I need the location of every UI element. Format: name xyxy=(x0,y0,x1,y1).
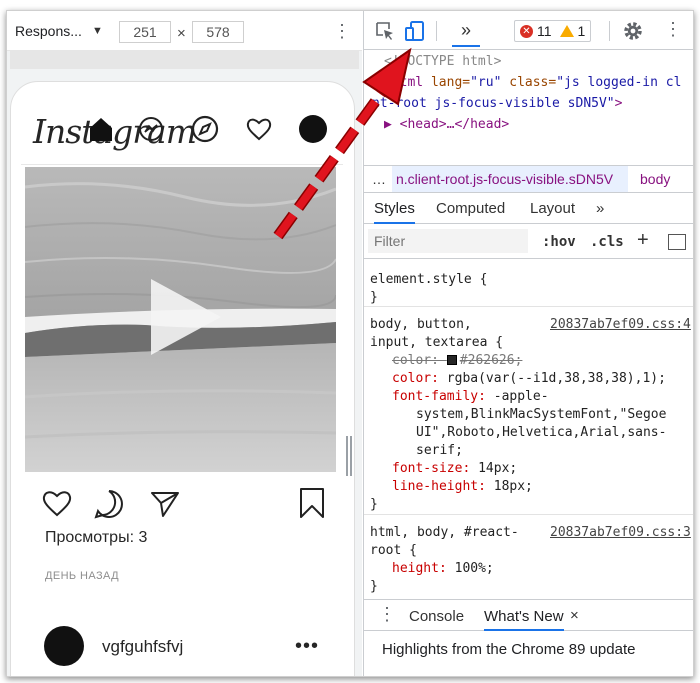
color-decl[interactable]: color: rgba(var(--i1d,38,38,38),1); xyxy=(392,370,666,388)
toolbar-divider xyxy=(609,21,610,41)
breadcrumb-selected[interactable]: n.client-root.js-focus-visible.sDN5V xyxy=(392,166,628,192)
heart-icon[interactable] xyxy=(245,115,273,143)
media-query-ruler xyxy=(10,51,359,69)
font-family-value: UI",Roboto,Helvetica,Arial,sans- xyxy=(416,425,667,440)
rule-close: } xyxy=(370,497,378,512)
height-input[interactable]: 578 xyxy=(192,21,244,43)
post-actions-bar xyxy=(42,487,327,523)
tab-styles[interactable]: Styles xyxy=(374,200,415,224)
font-family-decl[interactable]: font-family: -apple- xyxy=(392,388,549,406)
post-more-icon[interactable]: ••• xyxy=(295,635,319,658)
rule-element-style: element.style { } xyxy=(364,259,693,307)
breadcrumb-body[interactable]: body xyxy=(640,166,670,192)
tab-whats-new[interactable]: What's New xyxy=(484,608,564,631)
next-post-username[interactable]: vgfguhfsfvj xyxy=(102,637,183,657)
error-count: 11 xyxy=(537,23,552,39)
explore-icon[interactable] xyxy=(191,115,219,143)
selector[interactable]: html, body, #react- xyxy=(370,524,519,542)
gear-icon[interactable] xyxy=(622,20,644,42)
font-family-value: system,BlinkMacSystemFont,"Segoe xyxy=(416,407,667,422)
toggle-sidebar-icon[interactable] xyxy=(668,234,686,250)
overridden-color-decl[interactable]: color: #262626; xyxy=(392,352,522,370)
chevron-down-icon: ▼ xyxy=(91,25,103,37)
filter-input[interactable] xyxy=(368,229,528,253)
dom-doctype[interactable]: <!DOCTYPE html> xyxy=(384,51,501,72)
issues-counter[interactable]: ✕ 11 1 xyxy=(514,20,592,42)
rule-close: } xyxy=(370,290,378,305)
home-icon[interactable] xyxy=(87,115,115,143)
next-post-avatar[interactable] xyxy=(44,626,84,666)
styles-filter-bar: :hov .cls + xyxy=(364,225,693,259)
device-preview: Respons... ▼ 251 × 578 ⋮ Instagram Просм… xyxy=(7,11,362,676)
device-toolbar-icon[interactable] xyxy=(404,20,426,42)
device-select[interactable]: Respons... ▼ xyxy=(15,23,103,39)
viewport-resize-handle[interactable] xyxy=(346,436,352,476)
class-toggle[interactable]: .cls xyxy=(590,234,624,250)
elements-tree: <!DOCTYPE html> <html lang="ru" class="j… xyxy=(364,51,693,161)
drawer-tabbar: ⋮ Console What's New × xyxy=(364,599,693,631)
views-count: Просмотры: 3 xyxy=(45,529,148,546)
tab-console[interactable]: Console xyxy=(409,608,464,625)
share-icon[interactable] xyxy=(150,490,180,518)
times-separator: × xyxy=(177,25,186,42)
selector[interactable]: element.style { xyxy=(370,271,487,289)
comment-icon[interactable] xyxy=(94,489,124,519)
dom-html-node[interactable]: <html lang="ru" class="js logged-in cl xyxy=(384,72,681,93)
tab-computed[interactable]: Computed xyxy=(436,200,505,217)
error-icon: ✕ xyxy=(520,24,533,38)
color-swatch[interactable] xyxy=(446,355,457,365)
selector-cont[interactable]: input, textarea { xyxy=(370,334,503,352)
rule-close: } xyxy=(370,579,378,594)
selector-cont[interactable]: root { xyxy=(370,542,417,560)
width-input[interactable]: 251 xyxy=(119,21,171,43)
styles-pane: element.style { } body, button, 20837ab7… xyxy=(364,259,693,599)
whats-new-highlight[interactable]: Highlights from the Chrome 89 update xyxy=(382,641,635,658)
sidebar-tabs: Styles Computed Layout » xyxy=(364,194,693,224)
rule-body-button: body, button, 20837ab7ef09.css:4 input, … xyxy=(364,308,693,515)
selector[interactable]: body, button, xyxy=(370,316,472,334)
profile-avatar[interactable] xyxy=(299,115,327,143)
dom-html-node-cont[interactable]: nt-root js-focus-visible sDN5V"> xyxy=(372,93,622,114)
close-icon[interactable]: × xyxy=(570,607,579,624)
drawer-menu-icon[interactable]: ⋮ xyxy=(378,604,396,625)
breadcrumb-ellipsis[interactable]: … xyxy=(372,166,386,192)
line-height-decl[interactable]: line-height: 18px; xyxy=(392,478,533,496)
rule-html-body: html, body, #react- 20837ab7ef09.css:3 r… xyxy=(364,516,693,599)
tab-layout[interactable]: Layout xyxy=(530,200,575,217)
more-options-icon[interactable]: ⋮ xyxy=(333,22,351,40)
new-rule-icon[interactable]: + xyxy=(637,229,649,252)
device-select-label: Respons... xyxy=(15,23,82,39)
breadcrumb: … n.client-root.js-focus-visible.sDN5V b… xyxy=(364,165,693,193)
inspect-element-icon[interactable] xyxy=(374,20,396,42)
source-link[interactable]: 20837ab7ef09.css:4 xyxy=(550,316,691,334)
browser-window: Respons... ▼ 251 × 578 ⋮ Instagram Просм… xyxy=(6,10,694,677)
font-family-value: serif; xyxy=(416,443,463,458)
warning-count: 1 xyxy=(577,23,586,39)
warning-icon xyxy=(559,25,574,37)
devtools-panel: » ✕ 11 1 ⋮ <!DOCTYPE html> <html lang="r… xyxy=(363,11,693,676)
source-link[interactable]: 20837ab7ef09.css:3 xyxy=(550,524,691,542)
font-size-decl[interactable]: font-size: 14px; xyxy=(392,460,517,478)
more-panels-icon[interactable]: » xyxy=(452,19,480,47)
play-icon[interactable] xyxy=(147,276,225,358)
customize-devtools-icon[interactable]: ⋮ xyxy=(664,19,682,40)
hover-state-toggle[interactable]: :hov xyxy=(542,234,576,250)
more-tabs-icon[interactable]: » xyxy=(596,200,604,217)
dom-head-node[interactable]: ▶ <head>…</head> xyxy=(384,114,509,135)
height-decl[interactable]: height: 100%; xyxy=(392,560,494,578)
like-icon[interactable] xyxy=(42,489,72,517)
post-timestamp[interactable]: ДЕНЬ НАЗАД xyxy=(45,570,119,582)
device-toolbar: Respons... ▼ 251 × 578 ⋮ xyxy=(7,11,362,51)
devtools-toolbar: » ✕ 11 1 ⋮ xyxy=(364,11,693,50)
toolbar-divider xyxy=(436,21,437,41)
bookmark-icon[interactable] xyxy=(298,487,326,519)
messenger-icon[interactable] xyxy=(137,115,165,143)
